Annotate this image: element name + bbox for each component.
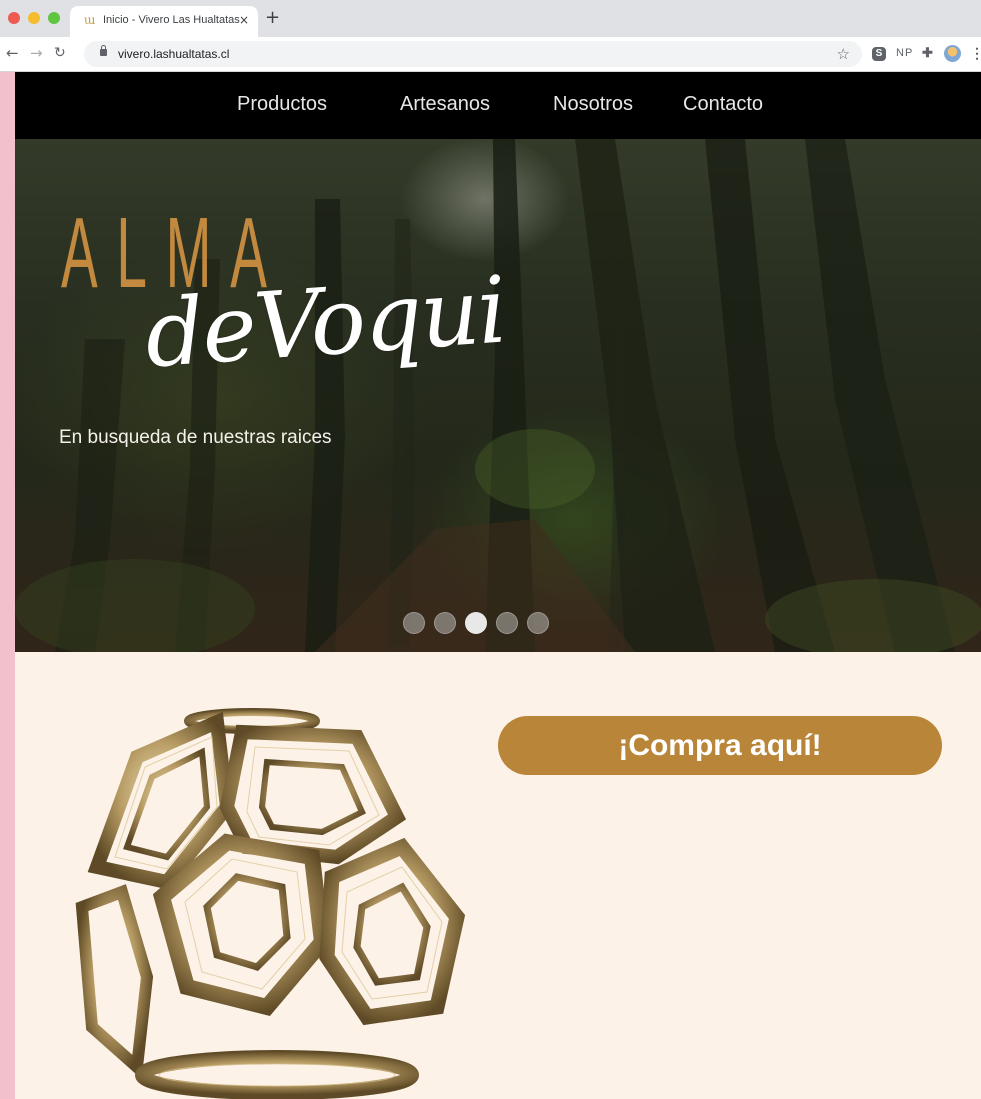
- tab-title: Inicio - Vivero Las Hualtatas: [103, 14, 240, 26]
- browser-toolbar: ← → ↻ vivero.lashualtatas.cl ☆ S NP ✚ ⋮: [0, 37, 981, 72]
- minimize-window-button[interactable]: [28, 12, 40, 24]
- extension-np-icon[interactable]: NP: [896, 47, 913, 59]
- url-text[interactable]: vivero.lashualtatas.cl: [118, 47, 229, 61]
- favicon-icon: ɯ: [84, 13, 96, 27]
- nav-link-artesanos[interactable]: Artesanos: [400, 93, 490, 116]
- forward-arrow-icon[interactable]: →: [30, 45, 43, 61]
- maximize-window-button[interactable]: [48, 12, 60, 24]
- slider-dot-3[interactable]: [465, 612, 487, 634]
- hero-tagline: En busqueda de nuestras raices: [59, 427, 332, 448]
- tab-close-icon[interactable]: ×: [239, 13, 249, 27]
- address-bar[interactable]: vivero.lashualtatas.cl ☆: [84, 41, 862, 67]
- reload-icon[interactable]: ↻: [54, 45, 66, 61]
- logo-script-text: deVoqui: [141, 256, 509, 389]
- slider-dot-5[interactable]: [527, 612, 549, 634]
- lock-icon[interactable]: [100, 45, 107, 56]
- hero-slider: ALMA deVoqui En busqueda de nuestras rai…: [15, 139, 981, 652]
- browser-tab[interactable]: ɯ Inicio - Vivero Las Hualtatas ×: [70, 6, 258, 37]
- profile-avatar-icon[interactable]: [944, 45, 961, 62]
- back-arrow-icon[interactable]: ←: [6, 45, 19, 61]
- nav-link-productos[interactable]: Productos: [237, 93, 327, 116]
- close-window-button[interactable]: [8, 12, 20, 24]
- browser-tab-strip: ɯ Inicio - Vivero Las Hualtatas × +: [0, 0, 981, 37]
- site-navigation: Productos Artesanos Nosotros Contacto: [15, 72, 981, 139]
- web-page: Productos Artesanos Nosotros Contacto AL: [15, 72, 981, 1099]
- nav-link-nosotros[interactable]: Nosotros: [553, 93, 633, 116]
- new-tab-button[interactable]: +: [265, 9, 280, 27]
- slider-dot-4[interactable]: [496, 612, 518, 634]
- menu-dots-icon[interactable]: ⋮: [970, 45, 981, 62]
- puzzle-icon[interactable]: ✚: [922, 45, 933, 61]
- buy-here-button[interactable]: ¡Compra aquí!: [498, 716, 942, 775]
- extension-s-icon[interactable]: S: [872, 47, 886, 61]
- slider-dot-1[interactable]: [403, 612, 425, 634]
- nav-link-contacto[interactable]: Contacto: [683, 93, 763, 116]
- buy-here-label: ¡Compra aquí!: [618, 729, 822, 762]
- slider-dot-2[interactable]: [434, 612, 456, 634]
- star-icon[interactable]: ☆: [837, 45, 850, 63]
- product-image: [75, 708, 466, 1099]
